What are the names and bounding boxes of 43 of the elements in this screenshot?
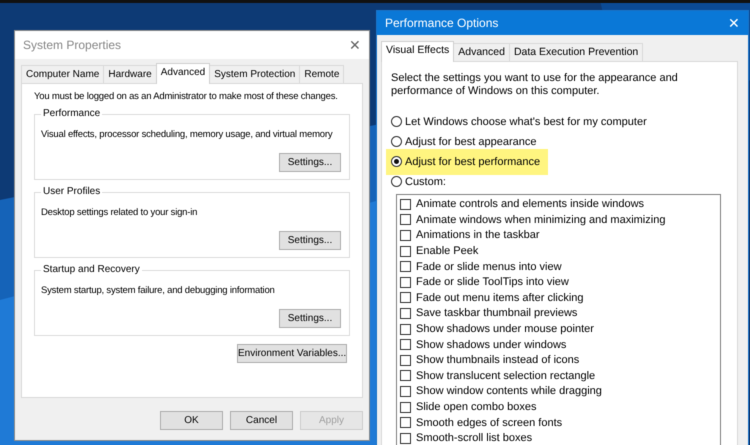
close-button[interactable]: ✕ (728, 14, 740, 31)
window-title: System Properties (23, 38, 122, 52)
group-description: Desktop settings related to your sign-in (41, 207, 198, 218)
window-title: Performance Options (385, 16, 498, 30)
checkbox-label[interactable]: Show shadows under windows (416, 338, 566, 351)
group-title: Performance (41, 108, 102, 119)
close-button[interactable]: ✕ (349, 37, 361, 53)
environment-variables-button[interactable]: Environment Variables... (237, 344, 347, 363)
checkbox-label[interactable]: Enable Peek (416, 245, 478, 258)
group-title: Startup and Recovery (41, 264, 142, 275)
radio-label[interactable]: Let Windows choose what's best for my computer (405, 116, 647, 128)
checkbox-label[interactable]: Fade out menu items after clicking (416, 292, 584, 304)
checkbox-label[interactable]: Show window contents while dragging (416, 385, 602, 398)
checkbox-label[interactable]: Animations in the taskbar (416, 229, 540, 242)
tab[interactable]: Data Execution Prevention (508, 42, 644, 60)
admin-notice: You must be logged on as an Administrator to make most of these changes. (34, 91, 338, 102)
settings-button[interactable]: Settings... (279, 309, 341, 328)
dialog-button[interactable]: OK (160, 411, 223, 430)
checkbox-label[interactable]: Save taskbar thumbnail previews (416, 307, 578, 320)
group-title: User Profiles (41, 186, 102, 197)
group-description: Visual effects, processor scheduling, memory usage, and virtual memory (41, 129, 332, 140)
tab[interactable]: Remote (299, 65, 344, 83)
tab[interactable]: Visual Effects (381, 40, 454, 62)
checkbox-label[interactable]: Fade or slide menus into view (416, 260, 562, 273)
checkbox-label[interactable]: Fade or slide ToolTips into view (416, 276, 569, 288)
settings-button[interactable]: Settings... (279, 231, 341, 250)
checkbox-label[interactable]: Show shadows under mouse pointer (416, 323, 594, 336)
checkbox-label[interactable]: Animate controls and elements inside windows (416, 198, 644, 210)
group-description: System startup, system failure, and debugging information (41, 285, 275, 296)
checkbox-label[interactable]: Smooth-scroll list boxes (416, 432, 532, 444)
tab[interactable]: Advanced (156, 63, 210, 84)
settings-button[interactable]: Settings... (279, 153, 341, 172)
dialog-button[interactable]: Cancel (230, 411, 293, 430)
checkbox-label[interactable]: Smooth edges of screen fonts (416, 416, 562, 429)
tab[interactable]: Computer Name (21, 65, 104, 83)
radio-label[interactable]: Custom: (405, 176, 446, 188)
checkbox-label[interactable]: Show thumbnails instead of icons (416, 354, 580, 366)
checkbox-label[interactable]: Show translucent selection rectangle (416, 370, 596, 382)
radio-label[interactable]: Adjust for best appearance (405, 136, 536, 148)
radio-label[interactable]: Adjust for best performance (405, 156, 540, 168)
checkbox-label[interactable]: Animate windows when minimizing and maximizing (416, 214, 666, 226)
intro-text: Select the settings you want to use for the appearance and performance of Windows on this computer. (391, 72, 679, 98)
checkbox-label[interactable]: Slide open combo boxes (416, 401, 536, 414)
